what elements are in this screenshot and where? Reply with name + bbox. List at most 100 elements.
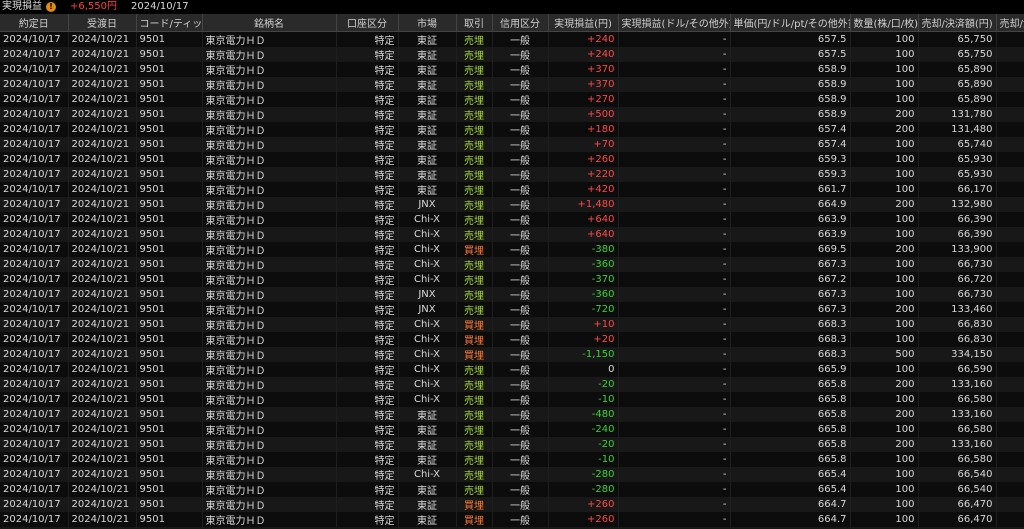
- cell-amount: 66,730: [918, 286, 997, 302]
- table-row[interactable]: 2024/10/172024/10/219501東京電力ＨＤ特定Chi-X売埋一…: [0, 211, 1024, 227]
- cell-margin: 一般: [492, 256, 549, 272]
- cell-price: 664.7: [730, 496, 851, 512]
- cell-margin: 一般: [492, 286, 549, 302]
- table-row[interactable]: 2024/10/172024/10/219501東京電力ＨＤ特定Chi-X売埋一…: [0, 271, 1024, 287]
- page-title: 実現損益: [2, 1, 42, 12]
- col-name[interactable]: 銘柄名: [202, 14, 337, 32]
- cell-market: 東証: [398, 151, 457, 167]
- col-pl-jpy[interactable]: 実現損益(円): [548, 14, 619, 32]
- cell-pl-jpy: -360: [548, 286, 619, 302]
- cell-settle-date: 2024/10/21: [68, 76, 137, 92]
- col-settle-date[interactable]: 受渡日: [68, 14, 137, 32]
- warning-icon[interactable]: !: [46, 2, 56, 12]
- table-row[interactable]: 2024/10/17 2024/10/21 9501 東京電力ＨＤ 特定 Chi-X 買埋一…: [0, 241, 1024, 257]
- cell-side: 売埋: [456, 451, 493, 467]
- cell-amount-fx: [996, 256, 1024, 272]
- cell-trade-date: 2024/10/17: [0, 406, 69, 422]
- table-row[interactable]: 2024/10/172024/10/219501東京電力ＨＤ特定Chi-X売埋一…: [0, 466, 1024, 482]
- table-row[interactable]: 2024/10/172024/10/219501東京電力ＨＤ特定Chi-X売埋一…: [0, 361, 1024, 377]
- cell-price: 667.2: [730, 271, 851, 287]
- col-trade-date[interactable]: 約定日: [0, 14, 69, 32]
- cell-name: 東京電力ＨＤ: [202, 286, 337, 302]
- cell-code: 9501: [136, 301, 203, 317]
- col-market[interactable]: 市場: [398, 14, 457, 32]
- cell-pl-fx: -: [618, 376, 731, 392]
- col-amount-fx[interactable]: 売却/決済: [996, 14, 1024, 32]
- cell-qty: 200: [850, 241, 919, 257]
- cell-code: 9501: [136, 361, 203, 377]
- table-row[interactable]: 2024/10/17 2024/10/21 9501 東京電力ＨＤ 特定 東証 売埋 一般 +3…: [0, 61, 1024, 77]
- table-row[interactable]: 2024/10/17 2024/10/21 9501 東京電力ＨＤ 特定 東証 買埋 一般 +2…: [0, 496, 1024, 512]
- col-pl-fx[interactable]: 実現損益(ドル/その他外貨): [618, 14, 731, 32]
- table-row[interactable]: 2024/10/17 2024/10/21 9501 東京電力ＨＤ 特定 東証 売埋 一般 +1…: [0, 121, 1024, 137]
- cell-pl-fx: -: [618, 256, 731, 272]
- col-amount[interactable]: 売却/決済額(円): [918, 14, 997, 32]
- table-row[interactable]: 2024/10/17 2024/10/21 9501 東京電力ＨＤ 特定 東証 売埋 一般 +3…: [0, 76, 1024, 92]
- cell-trade-date: 2024/10/17: [0, 271, 69, 287]
- table-row[interactable]: 2024/10/17 2024/10/21 9501 東京電力ＨＤ 特定 東証 売埋 一般 +5…: [0, 106, 1024, 122]
- cell-account: 特定: [336, 166, 399, 182]
- cell-amount-fx: [996, 286, 1024, 302]
- cell-side: 買埋: [456, 241, 493, 257]
- cell-pl-fx: -: [618, 151, 731, 167]
- table-row[interactable]: 2024/10/17 2024/10/21 9501 東京電力ＨＤ 特定 JNX 売埋 一般 -…: [0, 286, 1024, 302]
- table-row[interactable]: 2024/10/172024/10/219501東京電力ＨＤ特定Chi-X売埋一…: [0, 376, 1024, 392]
- table-row[interactable]: 2024/10/17 2024/10/21 9501 東京電力ＨＤ 特定 東証 売埋 一般 -2…: [0, 481, 1024, 497]
- cell-amount-fx: [996, 196, 1024, 212]
- table-row[interactable]: 2024/10/17 2024/10/21 9501 東京電力ＨＤ 特定 JNX 売埋 一般 +…: [0, 196, 1024, 212]
- cell-amount-fx: [996, 91, 1024, 107]
- col-price[interactable]: 単価(円/ドル/pt/その他外貨): [730, 14, 851, 32]
- col-qty[interactable]: 数量(株/口/枚): [850, 14, 919, 32]
- table-row[interactable]: 2024/10/17 2024/10/21 9501 東京電力ＨＤ 特定 東証 売埋 一般 +2…: [0, 166, 1024, 182]
- table-row[interactable]: 2024/10/17 2024/10/21 9501 東京電力ＨＤ 特定 東証 売埋 一般 +2…: [0, 31, 1024, 47]
- cell-amount-fx: [996, 391, 1024, 407]
- col-side[interactable]: 取引: [456, 14, 493, 32]
- table-row[interactable]: 2024/10/17 2024/10/21 9501 東京電力ＨＤ 特定 東証 売埋 一般 +2…: [0, 151, 1024, 167]
- cell-settle-date: 2024/10/21: [68, 451, 137, 467]
- cell-code: 9501: [136, 421, 203, 437]
- table-row[interactable]: 2024/10/17 2024/10/21 9501 東京電力ＨＤ 特定 JNX 売埋 一般 -…: [0, 301, 1024, 317]
- table-row[interactable]: 2024/10/17 2024/10/21 9501 東京電力ＨＤ 特定 東証 売埋 一般 +4…: [0, 181, 1024, 197]
- cell-settle-date: 2024/10/21: [68, 316, 137, 332]
- cell-pl-jpy: +500: [548, 106, 619, 122]
- table-row[interactable]: 2024/10/17 2024/10/21 9501 東京電力ＨＤ 特定 Chi-X 買埋一…: [0, 316, 1024, 332]
- cell-trade-date: 2024/10/17: [0, 346, 69, 362]
- summary-date: 2024/10/17: [131, 1, 189, 12]
- cell-side: 売埋: [456, 46, 493, 62]
- cell-market: 東証: [398, 436, 457, 452]
- col-code[interactable]: コード/ティッカー: [136, 14, 203, 32]
- cell-qty: 100: [850, 316, 919, 332]
- table-row[interactable]: 2024/10/172024/10/219501東京電力ＨＤ特定Chi-X売埋一…: [0, 391, 1024, 407]
- cell-price: 663.9: [730, 211, 851, 227]
- table-row[interactable]: 2024/10/17 2024/10/21 9501 東京電力ＨＤ 特定 東証 買埋 一般 +2…: [0, 511, 1024, 527]
- table-row[interactable]: 2024/10/17 2024/10/21 9501 東京電力ＨＤ 特定 東証 売埋 一般 +7…: [0, 136, 1024, 152]
- table-row[interactable]: 2024/10/172024/10/219501東京電力ＨＤ特定Chi-X売埋一…: [0, 256, 1024, 272]
- table-row[interactable]: 2024/10/17 2024/10/21 9501 東京電力ＨＤ 特定 東証 売埋 一般 -2…: [0, 436, 1024, 452]
- cell-trade-date: 2024/10/17: [0, 496, 69, 512]
- table-row[interactable]: 2024/10/17 2024/10/21 9501 東京電力ＨＤ 特定 東証 売埋 一般 -2…: [0, 421, 1024, 437]
- cell-name: 東京電力ＨＤ: [202, 136, 337, 152]
- table-row[interactable]: 2024/10/17 2024/10/21 9501 東京電力ＨＤ 特定 東証 売埋 一般 +2…: [0, 91, 1024, 107]
- cell-margin: 一般: [492, 511, 549, 527]
- col-account[interactable]: 口座区分: [336, 14, 399, 32]
- cell-trade-date: 2024/10/17: [0, 61, 69, 77]
- table-row[interactable]: 2024/10/17 2024/10/21 9501 東京電力ＨＤ 特定 Chi-X 買埋一…: [0, 346, 1024, 362]
- cell-account: 特定: [336, 271, 399, 287]
- cell-margin: 一般: [492, 181, 549, 197]
- cell-amount-fx: [996, 316, 1024, 332]
- table-row[interactable]: 2024/10/17 2024/10/21 9501 東京電力ＨＤ 特定 東証 売埋 一般 -4…: [0, 406, 1024, 422]
- col-margin[interactable]: 信用区分: [492, 14, 549, 32]
- cell-pl-jpy: -20: [548, 376, 619, 392]
- table-row[interactable]: 2024/10/172024/10/219501東京電力ＨＤ特定Chi-X売埋一…: [0, 226, 1024, 242]
- cell-account: 特定: [336, 421, 399, 437]
- cell-price: 661.7: [730, 181, 851, 197]
- cell-settle-date: 2024/10/21: [68, 301, 137, 317]
- cell-name: 東京電力ＨＤ: [202, 226, 337, 242]
- table-row[interactable]: 2024/10/17 2024/10/21 9501 東京電力ＨＤ 特定 東証 売埋 一般 +2…: [0, 46, 1024, 62]
- cell-side: 売埋: [456, 106, 493, 122]
- cell-price: 658.9: [730, 106, 851, 122]
- cell-margin: 一般: [492, 331, 549, 347]
- cell-pl-jpy: +370: [548, 61, 619, 77]
- table-row[interactable]: 2024/10/17 2024/10/21 9501 東京電力ＨＤ 特定 東証 売埋 一般 -1…: [0, 451, 1024, 467]
- table-row[interactable]: 2024/10/17 2024/10/21 9501 東京電力ＨＤ 特定 Chi-X 買埋一…: [0, 331, 1024, 347]
